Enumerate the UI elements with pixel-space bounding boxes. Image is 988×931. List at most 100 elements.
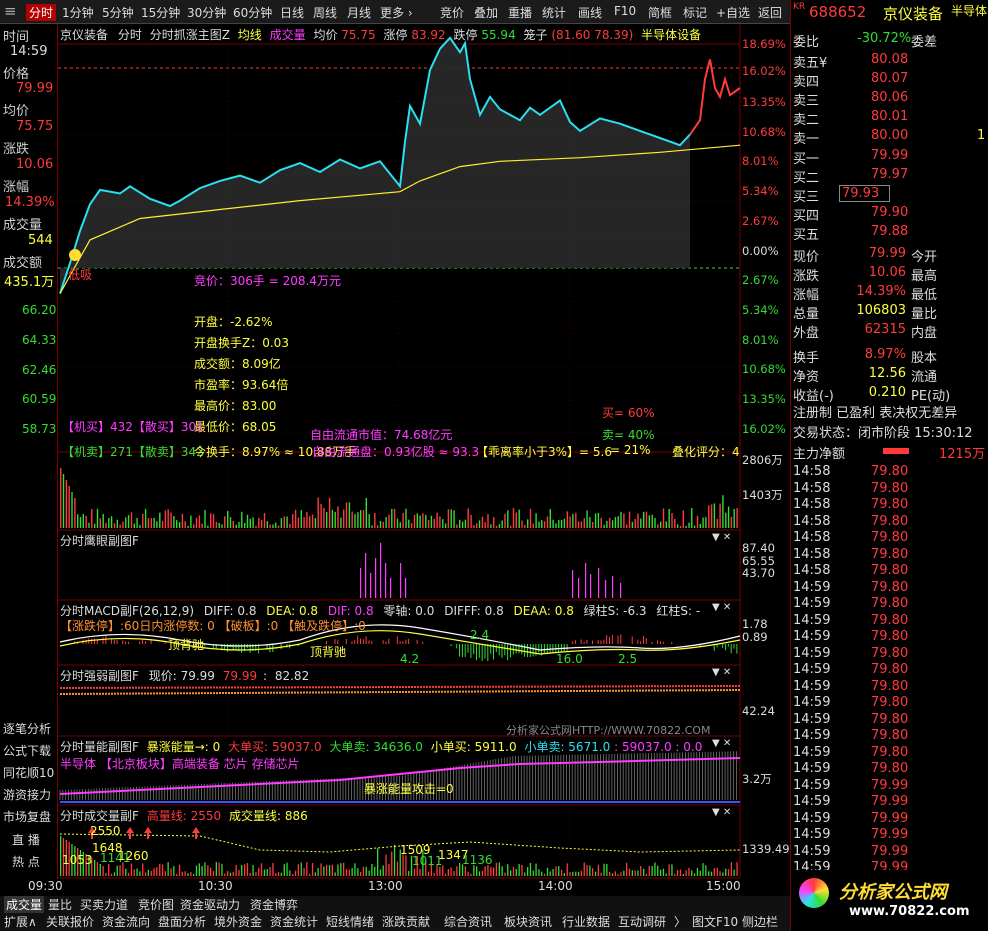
tab2-industry[interactable]: 行业数据 <box>562 913 610 930</box>
quote-label-2: 量比 <box>911 307 938 322</box>
tab2-flow[interactable]: 资金流向 <box>102 913 150 930</box>
volume-bar <box>597 512 600 528</box>
sell-level-price[interactable]: 80.07 <box>871 71 908 86</box>
tab2-analysis[interactable]: 盘面分析 <box>158 913 206 930</box>
quote-label: 换手 <box>793 351 820 366</box>
macd-mark-0: 顶背驰 <box>168 638 205 652</box>
pct-scale-1: 16.02% <box>742 64 786 78</box>
sub3-dropdown-icon[interactable]: ▼ ✕ <box>712 667 731 678</box>
trade-volume-bar <box>96 862 99 876</box>
trade-volume-bar <box>215 862 217 876</box>
trade-volume-bar <box>609 872 611 876</box>
volume-bar <box>549 509 551 528</box>
tick-time: 14:59 <box>793 728 831 743</box>
sell-level-price[interactable]: 80.06 <box>871 90 908 105</box>
tab-bid-chart[interactable]: 竞价图 <box>138 896 174 913</box>
trade-volume-bar <box>637 870 639 876</box>
volume-bar <box>142 513 144 528</box>
volume-bar <box>450 509 452 528</box>
buy-level-price[interactable]: 79.90 <box>871 205 908 220</box>
tab-fund-drive[interactable]: 资金驱动力 <box>180 896 240 913</box>
trade-volume-bar <box>311 863 314 876</box>
volume-bar <box>396 518 399 528</box>
sub5-scale-0: 1339.49 <box>742 842 790 856</box>
trade-volume-bar <box>583 862 585 876</box>
trade-volume-bar <box>351 868 353 876</box>
macd-bar <box>464 644 466 657</box>
tab2-expand[interactable]: 扩展∧ <box>4 913 37 930</box>
buy-level-price[interactable]: 79.93 <box>839 185 891 202</box>
tick-time: 14:59 <box>793 695 831 710</box>
volume-bar <box>133 523 135 528</box>
buy-level-label: 买三 <box>793 190 820 205</box>
trade-volume-bar <box>493 867 495 876</box>
tick-time: 14:59 <box>793 761 831 776</box>
tab2-f10[interactable]: 图文F10 <box>692 913 738 930</box>
volume-bar <box>459 519 461 528</box>
volume-bar <box>94 523 96 528</box>
sub5-dropdown-icon[interactable]: ▼ ✕ <box>712 807 731 818</box>
tab2-next[interactable]: 〉 <box>674 913 686 930</box>
volume-bar <box>478 520 481 528</box>
volume-bar <box>617 516 619 528</box>
trade-volume-bar <box>255 872 257 876</box>
tab2-survey[interactable]: 互动调研 <box>618 913 666 930</box>
sub1-title[interactable]: 分时鹰眼副图F <box>60 532 139 549</box>
sell-level-price[interactable]: 80.08 <box>871 52 908 67</box>
volume-bar <box>88 522 90 528</box>
trade-volume-bar <box>405 855 407 876</box>
volume-bar <box>589 517 591 528</box>
trade-volume-bar <box>716 868 718 876</box>
macd-bar <box>609 636 610 644</box>
volume-bar <box>241 511 243 528</box>
volume-bar <box>640 518 642 528</box>
buy-level-price[interactable]: 79.97 <box>871 167 908 182</box>
volume-bar <box>110 516 113 528</box>
tab2-related[interactable]: 关联报价 <box>46 913 94 930</box>
sub2-dropdown-icon[interactable]: ▼ ✕ <box>712 602 731 613</box>
tab2-fund-stats[interactable]: 资金统计 <box>270 913 318 930</box>
volume-bar <box>648 515 650 528</box>
trade-volume-bar <box>569 872 571 876</box>
tab2-foreign[interactable]: 境外资金 <box>214 913 262 930</box>
volume-bar <box>62 474 65 528</box>
volume-bar <box>351 511 353 528</box>
volume-bar <box>645 511 648 528</box>
tab2-sidebar[interactable]: 侧边栏 <box>742 913 778 930</box>
sub4-dropdown-icon[interactable]: ▼ ✕ <box>712 738 731 749</box>
sub1-dropdown-icon[interactable]: ▼ ✕ <box>712 532 731 543</box>
tick-time: 14:58 <box>793 530 831 545</box>
sell-level-price[interactable]: 80.01 <box>871 109 908 124</box>
status-trade: 交易状态：闭市阶段 15:30:12 <box>793 426 973 441</box>
trade-volume-bar <box>507 864 509 876</box>
volume-bar <box>527 519 529 528</box>
tab-vol-ratio[interactable]: 量比 <box>48 896 72 913</box>
volume-bar <box>79 517 82 528</box>
sector-tag[interactable]: 半导体 <box>951 2 987 19</box>
volume-bar <box>510 525 512 528</box>
eagle-eye-bar <box>612 576 614 598</box>
volume-bar <box>153 517 155 528</box>
trade-volume-bar <box>294 870 297 876</box>
volume-bar <box>716 518 718 528</box>
macd-bar <box>422 641 424 644</box>
tab2-sentiment[interactable]: 短线情绪 <box>326 913 374 930</box>
tab2-sector-news[interactable]: 板块资讯 <box>504 913 552 930</box>
buy-level-price[interactable]: 79.99 <box>871 148 908 163</box>
volume-bar <box>490 524 492 528</box>
macd-bar <box>586 639 588 644</box>
tab-fund-game[interactable]: 资金博弈 <box>250 896 298 913</box>
macd-bar <box>110 639 112 644</box>
tab-force[interactable]: 买卖力道 <box>80 896 128 913</box>
pct-scale-2: 13.35% <box>742 95 786 109</box>
tab2-contribution[interactable]: 涨跌贡献 <box>382 913 430 930</box>
trade-volume-bar <box>549 871 551 876</box>
tab-volume[interactable]: 成交量 <box>4 896 45 913</box>
sell-level-price[interactable]: 80.00 <box>871 128 908 143</box>
tab2-news[interactable]: 综合资讯 <box>444 913 492 930</box>
tick-price: 79.80 <box>871 497 909 512</box>
buy-level-price[interactable]: 79.88 <box>871 224 908 239</box>
volume-bar <box>190 515 192 528</box>
trade-volume-bar <box>725 868 727 876</box>
volume-bar <box>96 508 99 528</box>
